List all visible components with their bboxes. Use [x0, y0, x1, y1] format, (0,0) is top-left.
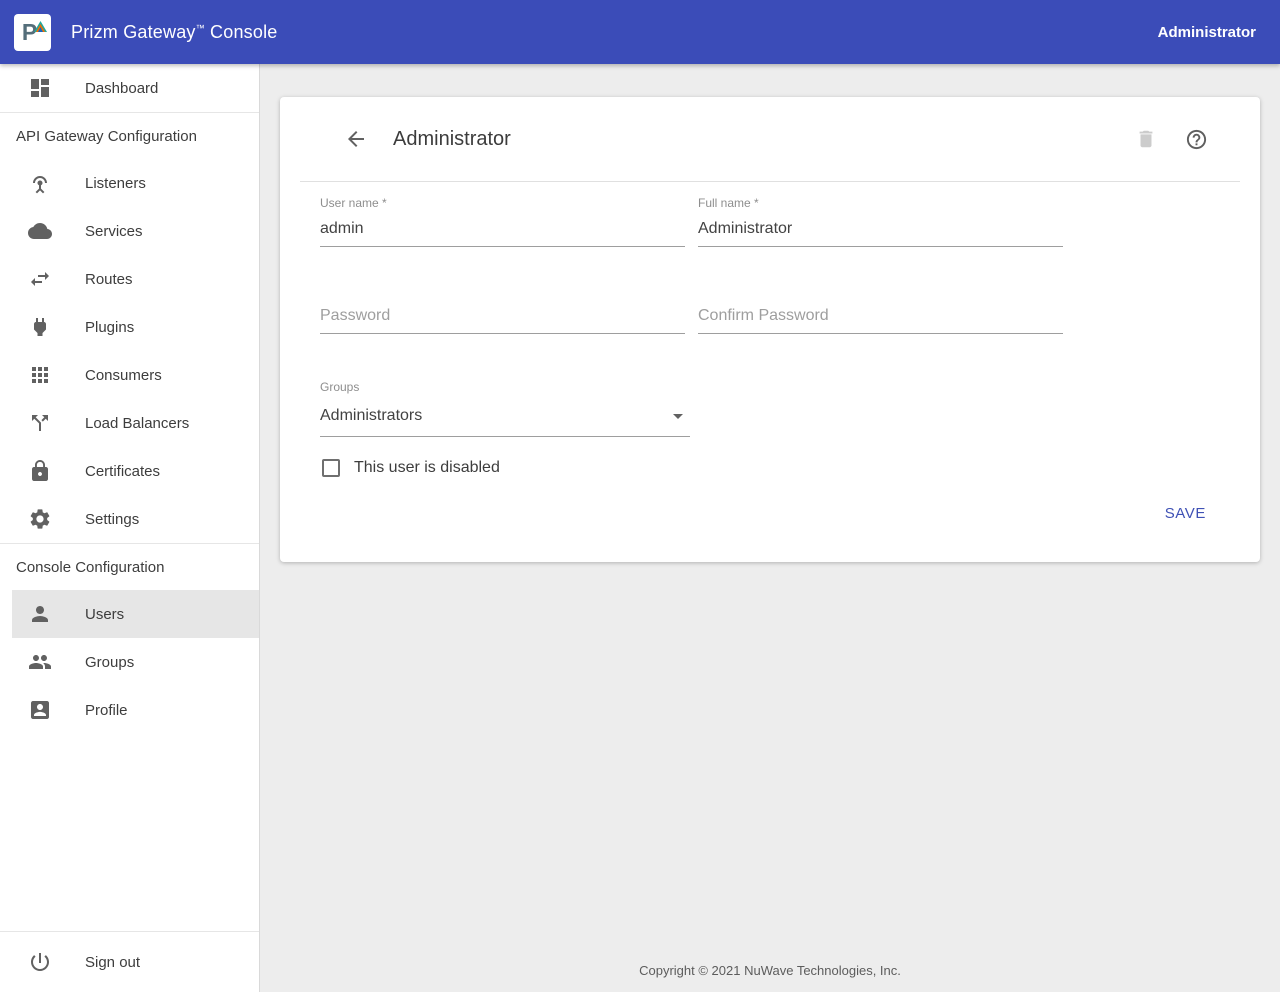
groups-select-value: Administrators: [320, 407, 422, 425]
sidebar-item-profile[interactable]: Profile: [0, 686, 259, 734]
sidebar-item-users[interactable]: Users: [12, 590, 259, 638]
sidebar-item-services[interactable]: Services: [0, 207, 259, 255]
sidebar-item-routes[interactable]: Routes: [0, 255, 259, 303]
sidebar-section-api-gateway: API Gateway Configuration: [0, 112, 259, 159]
username-label: User name *: [320, 196, 685, 210]
cloud-icon: [28, 219, 52, 243]
apps-grid-icon: [28, 363, 52, 387]
current-user-label[interactable]: Administrator: [1158, 24, 1256, 41]
sidebar-item-label: Consumers: [85, 367, 162, 384]
app-title-main: Prizm Gateway: [71, 22, 196, 42]
copyright-footer: Copyright © 2021 NuWave Technologies, In…: [260, 963, 1280, 992]
password-row: [320, 303, 1220, 334]
sidebar-item-label: Routes: [85, 271, 133, 288]
lock-icon: [28, 459, 52, 483]
groups-label: Groups: [320, 380, 690, 394]
password-input[interactable]: [320, 303, 685, 334]
sidebar-item-label: Users: [85, 606, 124, 623]
app-logo: P: [14, 14, 51, 51]
call-split-icon: [28, 411, 52, 435]
sign-out-button[interactable]: Sign out: [0, 932, 259, 992]
app-title-rest: Console: [210, 22, 277, 42]
card-header: Administrator: [280, 97, 1260, 181]
user-form: User name * Full name * Groups: [280, 182, 1260, 562]
user-detail-card: Administrator User name * Full name *: [280, 97, 1260, 562]
sidebar-item-consumers[interactable]: Consumers: [0, 351, 259, 399]
person-icon: [28, 602, 52, 626]
sidebar: Dashboard API Gateway Configuration List…: [0, 64, 260, 992]
sidebar-item-label: Certificates: [85, 463, 160, 480]
sidebar-item-label: Groups: [85, 654, 134, 671]
save-button[interactable]: SAVE: [1157, 497, 1214, 530]
help-icon[interactable]: [1185, 128, 1208, 151]
user-disabled-row[interactable]: This user is disabled: [320, 459, 1220, 477]
sidebar-item-label: Services: [85, 223, 143, 240]
password-field: [320, 303, 685, 334]
name-row: User name * Full name *: [320, 196, 1220, 247]
sidebar-item-load-balancers[interactable]: Load Balancers: [0, 399, 259, 447]
dashboard-icon: [28, 76, 52, 100]
app-title: Prizm Gateway™ Console: [71, 22, 278, 43]
logo-prism-icon: [34, 21, 47, 34]
page-title: Administrator: [393, 128, 511, 151]
username-input[interactable]: [320, 216, 685, 247]
delete-icon[interactable]: [1135, 128, 1157, 150]
sidebar-item-groups[interactable]: Groups: [0, 638, 259, 686]
sidebar-item-settings[interactable]: Settings: [0, 495, 259, 543]
power-icon: [28, 950, 52, 974]
username-field: User name *: [320, 196, 685, 247]
confirm-password-input[interactable]: [698, 303, 1063, 334]
sidebar-item-dashboard[interactable]: Dashboard: [0, 64, 259, 112]
chevron-down-icon: [666, 404, 690, 428]
swap-arrows-icon: [28, 267, 52, 291]
fullname-label: Full name *: [698, 196, 1063, 210]
fullname-field: Full name *: [698, 196, 1063, 247]
people-icon: [28, 650, 52, 674]
sidebar-item-label: Dashboard: [85, 80, 158, 97]
gear-icon: [28, 507, 52, 531]
groups-field: Groups Administrators: [320, 380, 690, 437]
sidebar-footer: Sign out: [0, 931, 259, 992]
sidebar-item-label: Profile: [85, 702, 128, 719]
top-app-bar: P Prizm Gateway™ Console Administrator: [0, 0, 1280, 64]
groups-row: Groups Administrators: [320, 380, 1220, 437]
user-disabled-label: This user is disabled: [354, 459, 500, 477]
main-content: Administrator User name * Full name *: [260, 64, 1280, 992]
plug-icon: [28, 315, 52, 339]
form-actions: SAVE: [320, 497, 1220, 530]
sign-out-label: Sign out: [85, 954, 140, 971]
confirm-password-field: [698, 303, 1063, 334]
sidebar-item-label: Plugins: [85, 319, 134, 336]
sidebar-item-label: Listeners: [85, 175, 146, 192]
back-arrow-icon[interactable]: [344, 127, 368, 151]
sidebar-item-listeners[interactable]: Listeners: [0, 159, 259, 207]
contact-card-icon: [28, 698, 52, 722]
app-title-tm: ™: [196, 23, 205, 33]
sidebar-item-label: Load Balancers: [85, 415, 189, 432]
sidebar-item-label: Settings: [85, 511, 139, 528]
sidebar-item-certificates[interactable]: Certificates: [0, 447, 259, 495]
sidebar-section-console: Console Configuration: [0, 543, 259, 590]
fullname-input[interactable]: [698, 216, 1063, 247]
user-disabled-checkbox[interactable]: [322, 459, 340, 477]
sidebar-item-plugins[interactable]: Plugins: [0, 303, 259, 351]
listeners-icon: [28, 171, 52, 195]
groups-select[interactable]: Administrators: [320, 400, 690, 437]
